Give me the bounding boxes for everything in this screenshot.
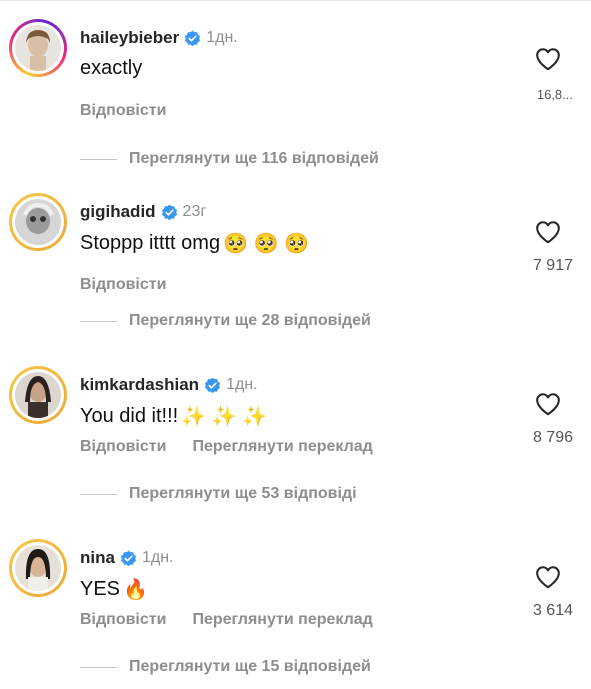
avatar <box>15 545 61 591</box>
top-divider <box>0 0 591 1</box>
avatar-story-ring[interactable] <box>9 19 67 77</box>
see-translation-button[interactable]: Переглянути переклад <box>192 438 372 456</box>
timestamp: 1дн. <box>206 29 238 46</box>
comment-actions: Відповісти Переглянути переклад <box>80 611 399 629</box>
reply-button[interactable]: Відповісти <box>80 102 166 120</box>
verified-badge-icon <box>185 30 201 46</box>
heart-outline-icon[interactable] <box>535 47 561 71</box>
view-replies[interactable]: Переглянути ще 28 відповідей <box>80 312 371 330</box>
replies-divider <box>80 493 117 495</box>
avatar <box>15 25 61 71</box>
like-count[interactable]: 8 796 <box>493 429 573 447</box>
fire-emoji: 🔥 <box>123 579 148 601</box>
view-replies[interactable]: Переглянути ще 15 відповідей <box>80 658 371 676</box>
reply-button[interactable]: Відповісти <box>80 611 166 629</box>
timestamp: 1дн. <box>226 376 258 393</box>
like-count[interactable]: 16,8... <box>493 87 573 102</box>
username[interactable]: kimkardashian <box>80 375 199 395</box>
see-translation-button[interactable]: Переглянути переклад <box>192 611 372 629</box>
sparkles-emoji: ✨ ✨ ✨ <box>181 406 268 428</box>
avatar <box>15 372 61 418</box>
view-replies[interactable]: Переглянути ще 53 відповіді <box>80 485 357 503</box>
view-replies-label[interactable]: Переглянути ще 53 відповіді <box>129 485 357 503</box>
username[interactable]: gigihadid <box>80 202 156 222</box>
avatar <box>15 199 61 245</box>
username[interactable]: nina <box>80 548 115 568</box>
view-replies-label[interactable]: Переглянути ще 15 відповідей <box>129 658 371 676</box>
heart-outline-icon[interactable] <box>535 565 561 589</box>
verified-badge-icon <box>204 377 221 393</box>
comment-actions: Відповісти Переглянути переклад <box>80 438 399 456</box>
like-count[interactable]: 3 614 <box>493 602 573 620</box>
username[interactable]: haileybieber <box>80 28 179 48</box>
comment-text: YES 🔥 <box>80 578 148 601</box>
comment-actions: Відповісти <box>80 102 192 120</box>
replies-divider <box>80 320 117 322</box>
view-replies[interactable]: Переглянути ще 116 відповідей <box>80 150 379 168</box>
reply-button[interactable]: Відповісти <box>80 276 166 294</box>
replies-divider <box>80 666 117 668</box>
view-replies-label[interactable]: Переглянути ще 28 відповідей <box>129 312 371 330</box>
pleading-face-emoji: 🥺 🥺 🥺 <box>223 233 309 255</box>
avatar-story-ring[interactable] <box>9 539 67 597</box>
heart-outline-icon[interactable] <box>535 392 561 416</box>
timestamp: 1дн. <box>141 549 174 566</box>
comment-actions: Відповісти <box>80 276 192 294</box>
avatar-story-ring[interactable] <box>9 366 67 424</box>
replies-divider <box>80 158 117 160</box>
comment-text: You did it!!! ✨ ✨ ✨ <box>80 405 268 428</box>
comment-text: exactly <box>80 57 143 79</box>
avatar-story-ring[interactable] <box>9 193 67 251</box>
like-count[interactable]: 7 917 <box>493 257 573 275</box>
comment-text: Stoppp itttt omg 🥺 🥺 🥺 <box>80 232 309 255</box>
verified-badge-icon <box>161 204 177 220</box>
heart-outline-icon[interactable] <box>535 220 561 244</box>
verified-badge-icon <box>120 550 137 566</box>
timestamp: 23г <box>182 203 207 220</box>
view-replies-label[interactable]: Переглянути ще 116 відповідей <box>129 150 379 168</box>
reply-button[interactable]: Відповісти <box>80 438 166 456</box>
